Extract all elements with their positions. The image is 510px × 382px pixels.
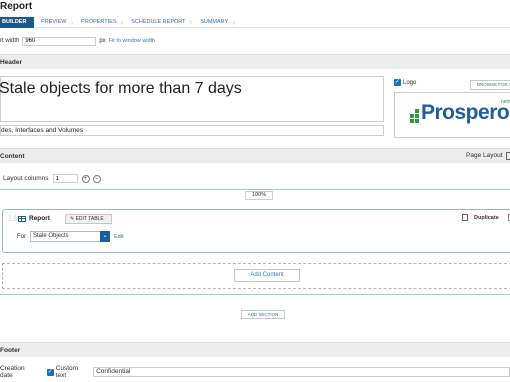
add-section-button[interactable]: ADD SECTION — [241, 310, 285, 319]
fit-to-window-link[interactable]: Fit to window width — [109, 38, 155, 44]
layout-columns-label: Layout columns — [3, 175, 49, 182]
for-row: For Stale Objects ⌄ Edit — [17, 231, 123, 242]
step-properties[interactable]: PROPERTIES — [75, 17, 124, 28]
page-layout-icon[interactable] — [506, 152, 510, 160]
logo-tagline: netwo — [501, 99, 510, 105]
report-component: ⋮⋮ Report ✎ EDIT TABLE Duplicate For Sta… — [2, 209, 510, 253]
for-label: For — [17, 233, 26, 240]
logo-wordmark: Prospero — [421, 101, 510, 124]
add-content-area: Add Content — [2, 263, 510, 289]
add-content-button[interactable]: Add Content — [234, 269, 300, 282]
report-width-label: rt width — [0, 38, 20, 44]
report-title-text: Stale objects for more than 7 days — [0, 80, 242, 97]
duplicate-icon[interactable] — [462, 214, 468, 221]
header-section-bar[interactable]: Header — [0, 54, 510, 69]
add-column-icon[interactable]: + — [81, 174, 90, 183]
custom-text-label: Custom text — [55, 365, 79, 379]
page-layout-label[interactable]: Page Layout — [466, 152, 503, 159]
layout-columns-input[interactable] — [52, 174, 78, 183]
footer-section-bar[interactable]: Footer — [0, 342, 510, 357]
logo-preview: Prospero netwo — [394, 92, 510, 138]
report-title-field[interactable]: Stale objects for more than 7 days — [0, 76, 384, 122]
custom-text-input[interactable]: Confidential — [93, 367, 510, 377]
edit-link[interactable]: Edit — [114, 234, 123, 240]
table-icon — [18, 216, 26, 222]
logo-checkbox[interactable]: ✓ — [394, 79, 401, 86]
report-width-row: rt width px Fit to window width — [0, 35, 155, 47]
section-divider — [0, 294, 510, 295]
step-summary[interactable]: SUMMARY — [194, 17, 236, 28]
logo-label: Logo — [403, 79, 417, 86]
wizard-steps: BUILDER › PREVIEW › PROPERTIES › SCHEDUL… — [0, 16, 510, 28]
edit-table-button[interactable]: ✎ EDIT TABLE — [65, 214, 112, 224]
step-builder[interactable]: BUILDER — [0, 16, 35, 28]
footer-row: Creation date ✓ Custom text Confidential — [0, 365, 510, 379]
column-width-box[interactable]: 100% — [245, 191, 273, 200]
report-width-input[interactable] — [22, 36, 97, 46]
step-schedule-report[interactable]: SCHEDULE REPORT — [125, 17, 193, 28]
layout-columns-row: Layout columns + − — [3, 174, 104, 183]
report-subtitle-field[interactable]: des, Interfaces and Volumes — [0, 125, 384, 136]
creation-date-label[interactable]: Creation date — [0, 365, 39, 379]
report-width-unit: px — [99, 38, 106, 44]
drag-handle-icon[interactable]: ⋮⋮ — [7, 215, 18, 222]
for-select-value: Stale Objects — [33, 233, 69, 239]
remove-column-icon[interactable]: − — [92, 174, 101, 183]
browse-logo-button[interactable]: BROWSE FOR I — [470, 80, 510, 90]
step-preview[interactable]: PREVIEW — [35, 17, 74, 28]
edit-table-label: EDIT TABLE — [75, 216, 104, 222]
column-divider — [0, 189, 510, 190]
logo-checkbox-row[interactable]: ✓ Logo — [394, 79, 416, 86]
top-bar: Report — [0, 0, 510, 14]
content-section-bar[interactable]: Content — [0, 148, 510, 163]
component-title: Report — [29, 215, 50, 222]
duplicate-button[interactable]: Duplicate — [474, 215, 499, 221]
for-select[interactable]: Stale Objects ⌄ — [30, 231, 110, 242]
page-title: Report — [0, 1, 33, 12]
chevron-down-icon[interactable]: ⌄ — [100, 231, 110, 242]
custom-text-checkbox[interactable]: ✓ — [46, 368, 54, 376]
